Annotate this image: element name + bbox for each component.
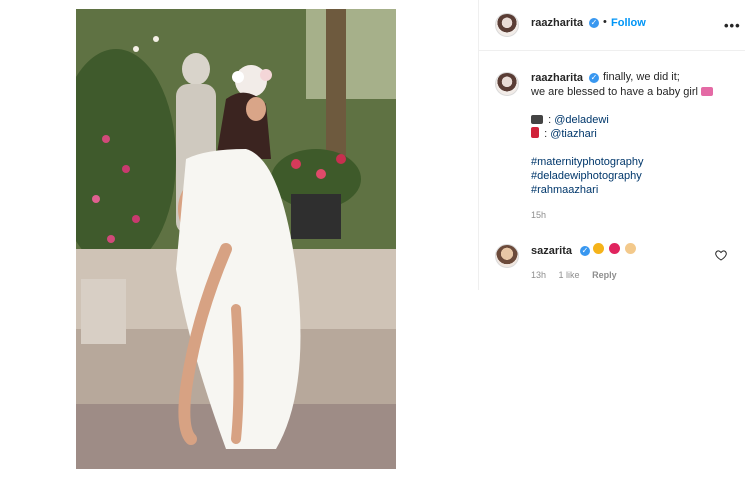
commenter-verified-badge-icon: ✓ xyxy=(580,246,590,256)
caption-timestamp[interactable]: 15h xyxy=(531,210,546,220)
camera-credit-link[interactable]: @deladewi xyxy=(554,114,609,126)
heart-eyes-emoji xyxy=(593,243,604,254)
camera-credit-row: : @deladewi xyxy=(531,113,609,127)
hashtag-maternityphotography[interactable]: #maternityphotography xyxy=(531,155,644,169)
heart-outline-icon[interactable] xyxy=(715,250,727,261)
instagram-post: raazharita ✓ • Follow ••• raazharita ✓ f… xyxy=(0,0,745,477)
follow-button[interactable]: Follow xyxy=(611,17,646,29)
author-avatar[interactable] xyxy=(495,13,519,37)
caption-username[interactable]: raazharita xyxy=(531,72,583,84)
hashtag-rahmaazhari[interactable]: #rahmaazhari xyxy=(531,183,598,197)
comment-timestamp[interactable]: 13h xyxy=(531,270,546,280)
more-options-icon[interactable]: ••• xyxy=(724,18,741,33)
post-header: raazharita ✓ • Follow ••• xyxy=(479,0,745,51)
baby-emoji xyxy=(625,243,637,254)
commenter-username[interactable]: sazarita xyxy=(531,245,572,257)
post-sidebar: raazharita ✓ • Follow ••• raazharita ✓ f… xyxy=(478,0,745,290)
caption-line-1: finally, we did it; xyxy=(603,71,680,83)
separator-dot: • xyxy=(603,16,607,28)
photo-panel xyxy=(0,0,478,477)
verified-badge-icon: ✓ xyxy=(589,18,599,28)
reply-button[interactable]: Reply xyxy=(592,270,617,280)
lipstick-emoji xyxy=(531,127,539,138)
camera-emoji xyxy=(531,115,543,124)
comment-meta: 13h 1 like Reply xyxy=(531,270,627,280)
caption-avatar[interactable] xyxy=(495,72,519,96)
maternity-photo-illustration xyxy=(76,9,396,469)
lipstick-credit-row: : @tiazhari xyxy=(531,127,597,141)
author-username[interactable]: raazharita xyxy=(531,17,583,29)
ribbon-emoji xyxy=(701,87,713,96)
comment-emojis xyxy=(593,243,638,257)
hashtag-deladewiphotography[interactable]: #deladewiphotography xyxy=(531,169,642,183)
comment-likes[interactable]: 1 like xyxy=(559,270,580,280)
caption-verified-badge-icon: ✓ xyxy=(589,73,599,83)
caption-line-2-row: we are blessed to have a baby girl xyxy=(531,85,715,99)
lipstick-credit-link[interactable]: @tiazhari xyxy=(550,128,597,140)
commenter-avatar[interactable] xyxy=(495,244,519,268)
caption-line-2: we are blessed to have a baby girl xyxy=(531,86,698,98)
heart-emoji xyxy=(609,243,621,254)
post-photo[interactable] xyxy=(76,9,396,469)
